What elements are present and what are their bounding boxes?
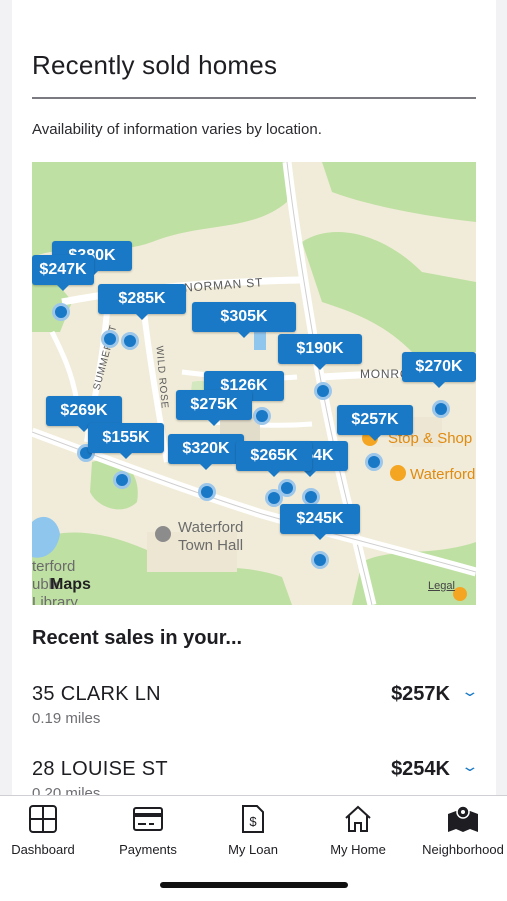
price-pin[interactable]: $269K	[46, 396, 122, 432]
sale-row[interactable]: 28 LOUISE ST 0.20 miles $254K ⌄	[32, 758, 480, 795]
chevron-down-icon[interactable]: ⌄	[461, 683, 480, 700]
sale-dot[interactable]	[113, 471, 131, 489]
sale-distance: 0.19 miles	[32, 710, 101, 727]
sale-dot[interactable]	[198, 483, 216, 501]
dashboard-grid-icon	[29, 805, 57, 833]
sale-distance: 0.20 miles	[32, 785, 101, 795]
place-label: Waterford	[410, 466, 476, 483]
sale-dot[interactable]	[432, 400, 450, 418]
sale-dot[interactable]	[101, 330, 119, 348]
sale-dot[interactable]	[314, 382, 332, 400]
home-indicator[interactable]	[160, 882, 348, 888]
price-pin[interactable]: $270K	[402, 352, 476, 388]
sale-dot[interactable]	[253, 407, 271, 425]
sale-price: $257K	[391, 683, 450, 705]
price-pin[interactable]: $285K	[98, 284, 186, 320]
legal-link[interactable]: Legal	[428, 580, 455, 592]
recent-sales-heading: Recent sales in your...	[32, 627, 243, 649]
sale-dot[interactable]	[278, 479, 296, 497]
svg-text:$: $	[249, 814, 257, 829]
tab-my-loan[interactable]: $ My Loan	[203, 804, 303, 857]
tab-payments[interactable]: Payments	[98, 804, 198, 857]
house-icon	[345, 805, 371, 832]
tab-label: Payments	[119, 842, 177, 857]
recently-sold-card: Recently sold homes Availability of info…	[12, 0, 496, 795]
sale-dot[interactable]	[311, 551, 329, 569]
sales-map[interactable]: NORMAN ST SUMMER ST WILD ROSE MONROE Wat…	[32, 162, 476, 605]
tab-my-home[interactable]: My Home	[308, 804, 408, 857]
availability-note: Availability of information varies by lo…	[32, 121, 322, 138]
sale-dot[interactable]	[121, 332, 139, 350]
price-pin[interactable]: $155K	[88, 423, 164, 459]
price-pin[interactable]: $305K	[192, 302, 296, 338]
price-pin[interactable]: $247K	[32, 255, 94, 291]
sale-row[interactable]: 35 CLARK LN 0.19 miles $257K ⌄	[32, 683, 480, 727]
map-pin-icon	[448, 805, 478, 832]
price-pin[interactable]: $190K	[278, 334, 362, 370]
divider	[32, 97, 476, 99]
tab-label: My Home	[330, 842, 386, 857]
price-pin[interactable]: $320K	[168, 434, 244, 470]
tab-label: Neighborhood	[422, 842, 504, 857]
dollar-document-icon: $	[242, 805, 264, 833]
price-pin[interactable]: $257K	[337, 405, 413, 441]
tab-neighborhood[interactable]: Neighborhood	[413, 804, 507, 857]
maps-attribution: Maps	[50, 576, 91, 593]
credit-card-icon	[133, 807, 163, 831]
tab-dashboard[interactable]: Dashboard	[0, 804, 93, 857]
price-pin[interactable]: $275K	[176, 390, 252, 426]
chevron-down-icon[interactable]: ⌄	[461, 758, 480, 775]
price-pin[interactable]: $265K	[236, 441, 312, 477]
sale-dot[interactable]	[52, 303, 70, 321]
place-label: Waterford Town Hall	[178, 519, 244, 554]
sale-price: $254K	[391, 758, 450, 780]
tab-label: My Loan	[228, 842, 278, 857]
price-pin[interactable]: $245K	[280, 504, 360, 540]
sale-dot[interactable]	[365, 453, 383, 471]
tab-label: Dashboard	[11, 842, 75, 857]
section-title: Recently sold homes	[32, 50, 278, 80]
